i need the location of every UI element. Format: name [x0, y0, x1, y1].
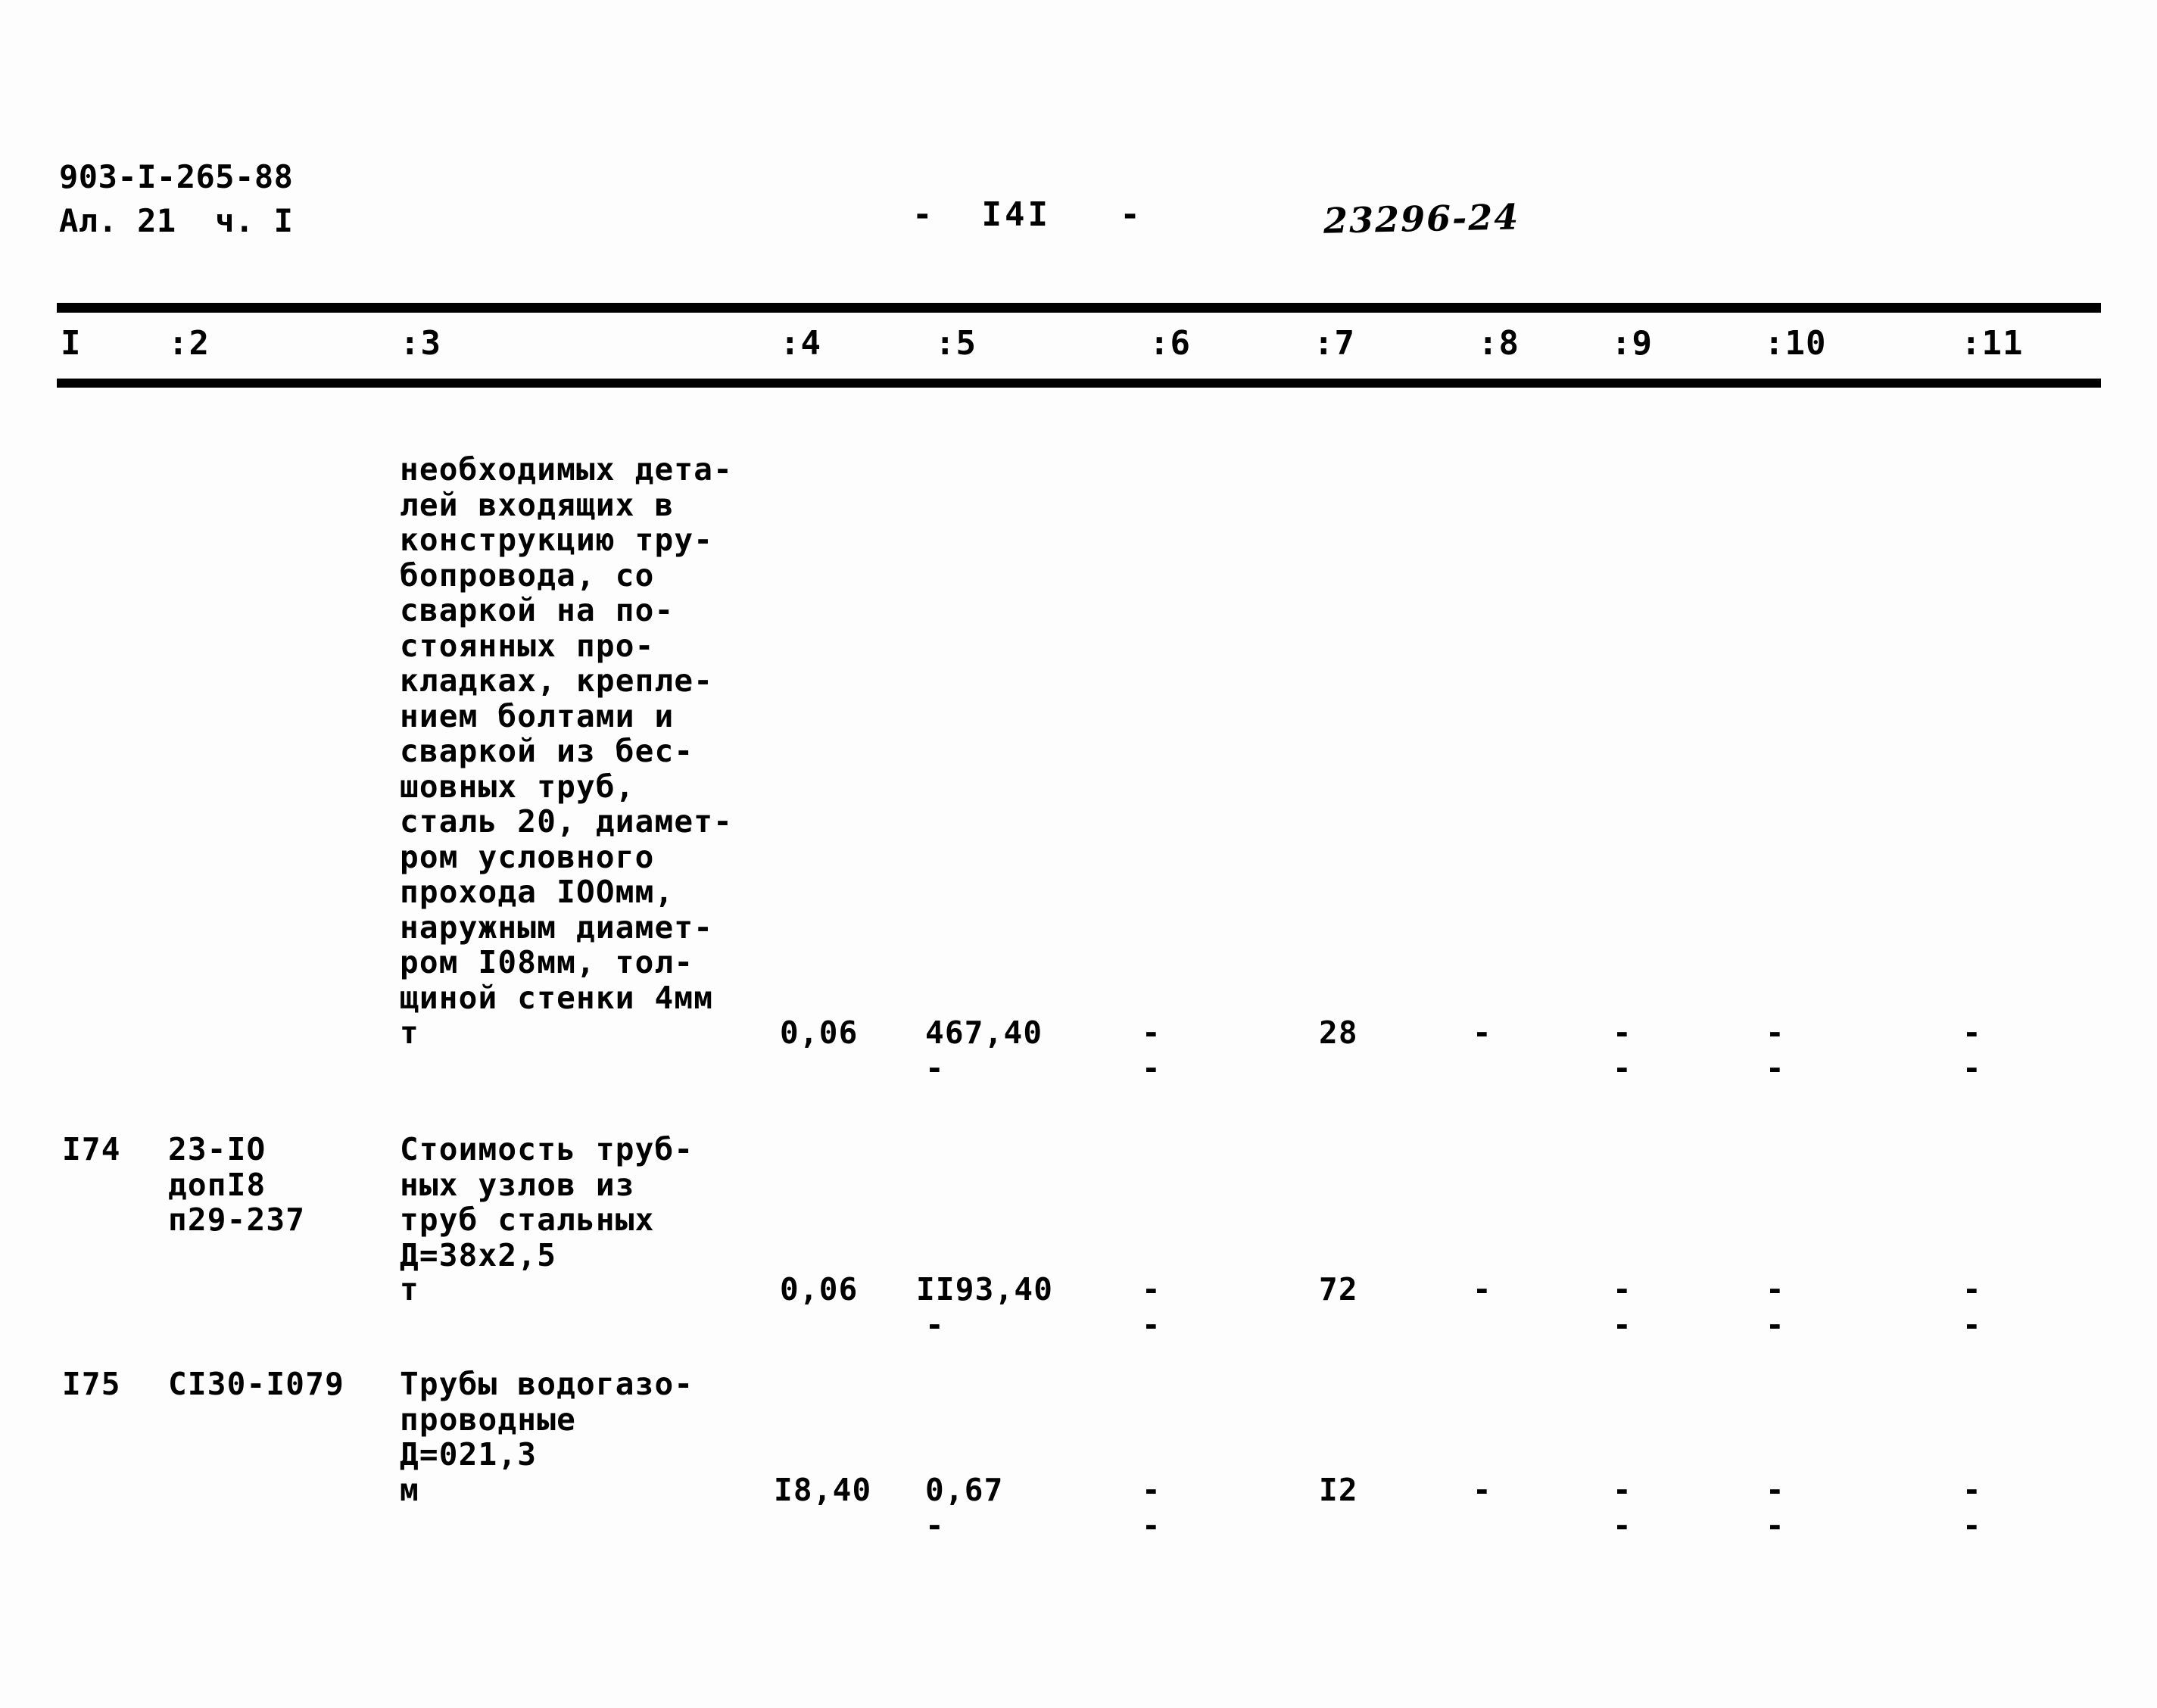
column-header-2: :2 [168, 324, 210, 363]
row-cell-c5: 0,67 [925, 1472, 1004, 1508]
row-cell-c11: - [1962, 1015, 1982, 1051]
row-cell-c11-sub: - [1962, 1507, 1982, 1544]
row-cell-c6: - [1142, 1271, 1161, 1307]
row-cell-c8: - [1473, 1472, 1492, 1508]
row-cell-c11-sub: - [1962, 1050, 1982, 1086]
row-number: I74 [62, 1131, 121, 1167]
column-header-9: :9 [1611, 324, 1653, 363]
document-album-part: Ал. 21 ч. I [59, 202, 294, 239]
row-cell-c6-sub: - [1142, 1050, 1161, 1086]
row-cell-c9-sub: - [1613, 1307, 1632, 1343]
row-code: 23-IO допI8 п29-237 [168, 1131, 306, 1238]
column-header-3: :3 [400, 324, 441, 363]
column-header-5: :5 [935, 324, 977, 363]
archive-stamp: 23296-24 [1323, 196, 1520, 242]
row-description: Стоимость труб- ных узлов из труб стальн… [400, 1131, 694, 1273]
row-cell-c9: - [1613, 1015, 1632, 1051]
row-description: Трубы водогазо- проводные Д=021,3 [400, 1366, 694, 1473]
row-cell-c10-sub: - [1766, 1050, 1785, 1086]
column-header-4: :4 [780, 324, 821, 363]
row-cell-c6: - [1142, 1472, 1161, 1508]
row-cell-c7: I2 [1319, 1472, 1358, 1508]
row-cell-c8: - [1473, 1271, 1492, 1307]
column-header-7: :7 [1314, 324, 1355, 363]
row-cell-c4: 0,06 [780, 1015, 859, 1051]
document-page: 903-I-265-88 Ал. 21 ч. I - I4I - 23296-2… [0, 0, 2157, 1708]
row-cell-c7: 28 [1319, 1015, 1358, 1051]
row-cell-c6: - [1142, 1015, 1161, 1051]
row-cell-c11: - [1962, 1472, 1982, 1508]
row-cell-c9-sub: - [1613, 1050, 1632, 1086]
row-cell-c4: I8,40 [774, 1472, 872, 1508]
row-cell-c9: - [1613, 1472, 1632, 1508]
row-cell-c11: - [1962, 1271, 1982, 1307]
row-cell-c10: - [1766, 1472, 1785, 1508]
row-cell-c10-sub: - [1766, 1507, 1785, 1544]
row-cell-c9: - [1613, 1271, 1632, 1307]
row-cell-c7: 72 [1319, 1271, 1358, 1307]
table-rule-top [57, 303, 2101, 313]
page-number: - I4I - [912, 195, 1143, 234]
column-header-11: :11 [1961, 324, 2024, 363]
row-number: I75 [62, 1366, 121, 1402]
column-header-10: :10 [1764, 324, 1827, 363]
row-cell-c9-sub: - [1613, 1507, 1632, 1544]
row-cell-c5: 467,40 [925, 1015, 1043, 1051]
row-description: необходимых дета- лей входящих в констру… [400, 451, 734, 1016]
row-unit: м [400, 1472, 419, 1508]
row-code: CI30-I079 [168, 1366, 344, 1402]
row-cell-c10: - [1766, 1015, 1785, 1051]
column-header-1: I [61, 324, 82, 363]
row-cell-c5-sub: - [925, 1307, 945, 1343]
row-cell-c4: 0,06 [780, 1271, 859, 1307]
column-header-6: :6 [1149, 324, 1191, 363]
row-cell-c10-sub: - [1766, 1307, 1785, 1343]
row-cell-c5-sub: - [925, 1507, 945, 1544]
row-cell-c8: - [1473, 1015, 1492, 1051]
row-unit: т [400, 1271, 419, 1307]
row-cell-c5: II93,40 [916, 1271, 1054, 1307]
row-cell-c11-sub: - [1962, 1307, 1982, 1343]
row-cell-c6-sub: - [1142, 1507, 1161, 1544]
row-cell-c10: - [1766, 1271, 1785, 1307]
row-cell-c5-sub: - [925, 1050, 945, 1086]
row-cell-c6-sub: - [1142, 1307, 1161, 1343]
column-header-8: :8 [1478, 324, 1520, 363]
table-rule-bottom [57, 379, 2101, 388]
document-code: 903-I-265-88 [59, 158, 294, 195]
row-unit: т [400, 1015, 419, 1051]
